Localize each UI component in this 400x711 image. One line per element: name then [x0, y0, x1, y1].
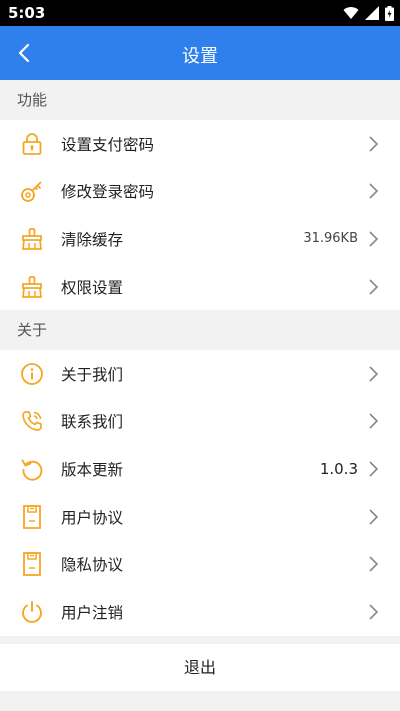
- row-label: 用户注销: [61, 603, 124, 622]
- chevron-right-icon: [369, 136, 379, 152]
- version-update-row[interactable]: 版本更新 1.0.3: [0, 445, 400, 493]
- section-function-group: 设置支付密码 修改登录密码 清除缓存 31.96KB 权限设置: [0, 120, 400, 311]
- key-icon: [19, 178, 45, 204]
- logout-button[interactable]: 退出: [0, 644, 400, 691]
- broom-icon: [19, 274, 45, 300]
- app-bar: 设置: [0, 26, 400, 80]
- chevron-right-icon: [369, 556, 379, 572]
- status-icons: [343, 5, 394, 21]
- user-agreement-row[interactable]: 用户协议: [0, 493, 400, 541]
- signal-icon: [365, 6, 379, 20]
- section-header-function: 功能: [0, 80, 400, 120]
- about-us-row[interactable]: 关于我们: [0, 350, 400, 398]
- page-title: 设置: [182, 46, 218, 67]
- broom-icon: [19, 226, 45, 252]
- chevron-right-icon: [369, 366, 379, 382]
- wifi-icon: [343, 7, 359, 20]
- row-label: 联系我们: [61, 413, 124, 432]
- row-label: 版本更新: [61, 460, 124, 479]
- chevron-right-icon: [369, 461, 379, 477]
- chevron-right-icon: [369, 413, 379, 429]
- section-header-about: 关于: [0, 310, 400, 350]
- row-label: 隐私协议: [61, 556, 124, 575]
- document-icon: [19, 504, 45, 530]
- row-label: 修改登录密码: [61, 183, 155, 202]
- info-icon: [19, 361, 45, 387]
- privacy-agreement-row[interactable]: 隐私协议: [0, 540, 400, 588]
- row-label: 权限设置: [61, 278, 124, 297]
- chevron-right-icon: [369, 604, 379, 620]
- power-icon: [19, 599, 45, 625]
- clear-cache-row[interactable]: 清除缓存 31.96KB: [0, 215, 400, 263]
- refresh-icon: [19, 456, 45, 482]
- status-time: 5:03: [8, 4, 46, 22]
- version-value: 1.0.3: [319, 459, 358, 478]
- row-label: 用户协议: [61, 508, 124, 527]
- change-login-password-row[interactable]: 修改登录密码: [0, 168, 400, 216]
- status-bar: 5:03: [0, 0, 400, 26]
- chevron-right-icon: [369, 509, 379, 525]
- document-icon: [19, 551, 45, 577]
- chevron-right-icon: [369, 231, 379, 247]
- chevron-right-icon: [369, 279, 379, 295]
- lock-icon: [19, 131, 45, 157]
- battery-icon: [385, 5, 394, 21]
- section-about-group: 关于我们 联系我们 版本更新 1.0.3 用户协议 隐私协议 用户注销: [0, 350, 400, 636]
- row-label: 设置支付密码: [61, 135, 155, 154]
- chevron-right-icon: [369, 183, 379, 199]
- row-label: 清除缓存: [61, 230, 124, 249]
- permission-settings-row[interactable]: 权限设置: [0, 263, 400, 311]
- account-cancellation-row[interactable]: 用户注销: [0, 588, 400, 636]
- set-payment-password-row[interactable]: 设置支付密码: [0, 120, 400, 168]
- row-label: 关于我们: [61, 365, 124, 384]
- contact-us-row[interactable]: 联系我们: [0, 398, 400, 446]
- phone-icon: [19, 408, 45, 434]
- cache-size-value: 31.96KB: [303, 231, 358, 247]
